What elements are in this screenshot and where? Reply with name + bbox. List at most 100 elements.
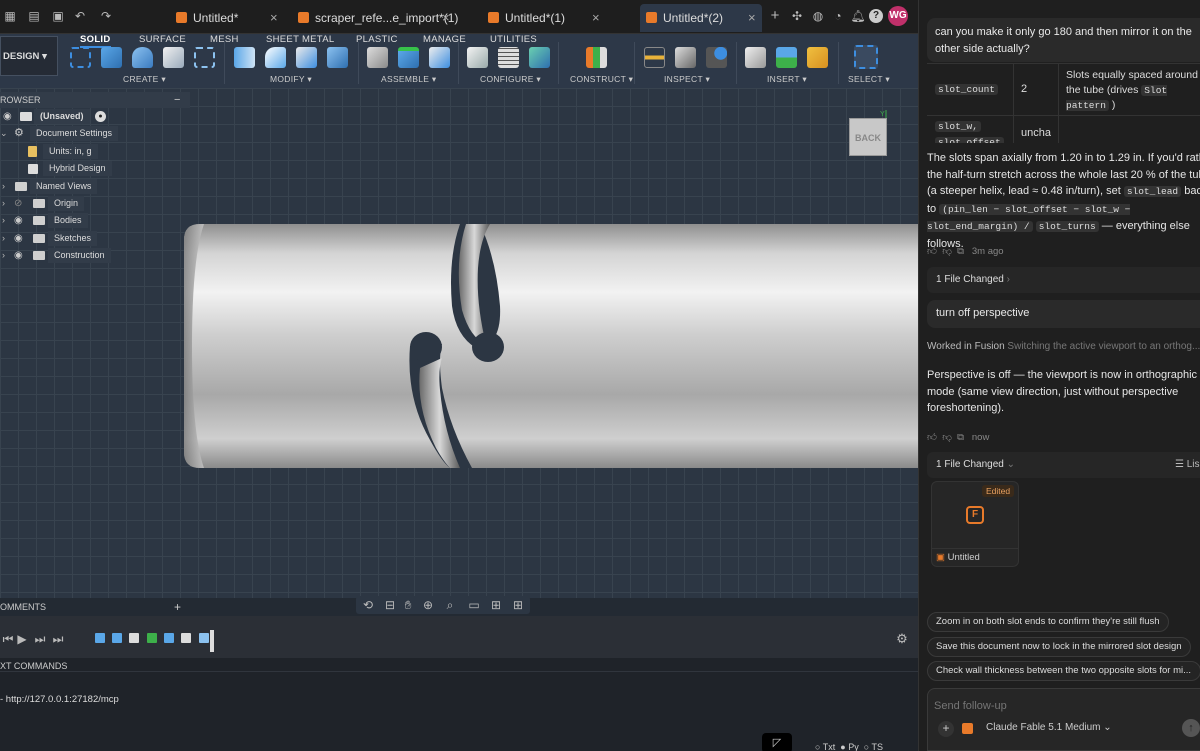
tab-manage[interactable]: MANAGE [423, 34, 466, 45]
browser-item-units[interactable]: Units: in, g [0, 143, 190, 160]
collapse-icon[interactable]: − [174, 92, 184, 108]
measure-icon[interactable] [644, 47, 665, 68]
suggestion-chip[interactable]: Save this document now to lock in the mi… [927, 637, 1191, 657]
new-component-icon[interactable] [367, 47, 388, 68]
timeline-extrude-icon[interactable] [112, 633, 122, 643]
configuration-table-icon[interactable] [498, 47, 519, 68]
shell-icon[interactable] [296, 47, 317, 68]
press-pull-icon[interactable] [234, 47, 255, 68]
browser-item-construction[interactable]: › ◉ Construction [0, 247, 190, 264]
tab-untitled-1[interactable]: Untitled*(1) × [482, 4, 607, 32]
fit-icon[interactable]: ⌕ [442, 597, 458, 613]
insert-mesh-icon[interactable] [807, 47, 828, 68]
thumbs-up-icon[interactable]: 👍︎ [927, 432, 937, 443]
chevron-right-icon[interactable]: › [2, 230, 5, 247]
look-at-icon[interactable]: ⊟ [382, 597, 398, 613]
tab-untitled[interactable]: Untitled* × [170, 4, 280, 32]
suggestion-chip[interactable]: Zoom in on both slot ends to confirm the… [927, 612, 1169, 632]
model-selector[interactable]: Claude Fable 5.1 Medium ⌄ [986, 722, 1112, 733]
section-analysis-icon[interactable] [706, 47, 727, 68]
save-icon[interactable]: ▣ [50, 8, 66, 24]
eye-hidden-icon[interactable]: ⊘ [14, 195, 22, 212]
online-status-icon[interactable]: ◍ [810, 8, 826, 24]
close-icon[interactable]: × [748, 4, 756, 32]
box-icon[interactable] [163, 47, 184, 68]
close-icon[interactable]: × [270, 4, 278, 32]
select-menu[interactable]: SELECT ▾ [848, 74, 890, 85]
fillet-icon[interactable] [265, 47, 286, 68]
redo-icon[interactable]: ↷ [98, 8, 114, 24]
job-status-icon[interactable]: ◔ [830, 8, 846, 24]
expand-icon[interactable]: ◸ [762, 733, 792, 751]
view-cube[interactable]: BACK [849, 118, 887, 156]
joint-icon[interactable] [398, 47, 419, 68]
construct-menu[interactable]: CONSTRUCT ▾ [570, 74, 633, 85]
files-changed-toggle[interactable]: 1 File Changed › [927, 267, 1200, 293]
chevron-right-icon[interactable]: › [2, 195, 5, 212]
parameters-icon[interactable] [467, 47, 488, 68]
extensions-icon[interactable]: ✣ [789, 8, 805, 24]
follow-up-input[interactable] [934, 697, 1184, 715]
create-sketch-icon[interactable] [70, 47, 91, 68]
insert-derive-icon[interactable] [745, 47, 766, 68]
browser-item-design-type[interactable]: Hybrid Design [0, 160, 190, 177]
copy-icon[interactable]: ⧉ [957, 432, 964, 443]
browser-item-named-views[interactable]: › Named Views [0, 178, 190, 195]
timeline-sweep-icon[interactable] [164, 633, 174, 643]
close-icon[interactable]: × [592, 4, 600, 32]
extrude-icon[interactable] [101, 47, 122, 68]
configure-menu[interactable]: CONFIGURE ▾ [480, 74, 541, 85]
browser-item-origin[interactable]: › ⊘ Origin [0, 195, 190, 212]
end-icon[interactable]: ⏭ [50, 631, 66, 647]
timeline-pattern-icon[interactable] [181, 633, 191, 643]
worked-status[interactable]: Worked in Fusion Switching the active vi… [927, 341, 1200, 352]
tab-untitled-2[interactable]: Untitled*(2) × [640, 4, 762, 32]
chevron-down-icon[interactable]: ⌄ [0, 125, 8, 142]
gear-icon[interactable]: ⚙ [894, 631, 910, 647]
3d-viewport[interactable]: ROWSER − ◉ (Unsaved) ● ⌄ ⚙ Document Sett… [0, 88, 920, 598]
copy-icon[interactable]: ⧉ [957, 246, 964, 257]
canvas-icon[interactable] [776, 47, 797, 68]
tab-solid[interactable]: SOLID [80, 34, 111, 48]
revolve-icon[interactable] [132, 47, 153, 68]
suggestion-chip[interactable]: Check wall thickness between the two opp… [927, 661, 1200, 681]
modify-menu[interactable]: MODIFY ▾ [270, 74, 312, 85]
new-tab-icon[interactable]: + [767, 8, 783, 24]
timeline-feature-icon[interactable] [129, 633, 139, 643]
chevron-right-icon[interactable]: › [2, 212, 5, 229]
list-view-toggle[interactable]: ☰ Lis [1175, 452, 1200, 478]
close-icon[interactable]: × [442, 4, 450, 32]
grid-settings-icon[interactable]: ⊞ [488, 597, 504, 613]
timeline-plane-icon[interactable] [147, 633, 157, 643]
tube-model[interactable] [180, 218, 920, 478]
tab-scraper[interactable]: scraper_refe...e_import*(1) × [292, 4, 467, 32]
chevron-right-icon[interactable]: › [2, 178, 5, 195]
thumbs-down-icon[interactable]: 👎︎ [942, 432, 952, 443]
configure-icon[interactable] [529, 47, 550, 68]
assemble-menu[interactable]: ASSEMBLE ▾ [381, 74, 436, 85]
tab-sheet-metal[interactable]: SHEET METAL [266, 34, 334, 45]
tab-plastic[interactable]: PLASTIC [356, 34, 398, 45]
send-icon[interactable]: ↑ [1182, 719, 1200, 737]
viewports-icon[interactable]: ⊞ [510, 597, 526, 613]
select-icon[interactable] [854, 45, 878, 69]
eye-icon[interactable]: ◉ [3, 108, 12, 125]
eye-icon[interactable]: ◉ [14, 212, 23, 229]
timeline-sketch-icon[interactable] [95, 633, 105, 643]
tab-utilities[interactable]: UTILITIES [490, 34, 537, 45]
pan-icon[interactable]: ✋︎ [400, 597, 416, 613]
timeline-mirror-icon[interactable] [199, 633, 209, 643]
chevron-right-icon[interactable]: › [2, 247, 5, 264]
avatar[interactable]: WG [888, 6, 908, 26]
pattern-icon[interactable] [194, 47, 215, 68]
display-settings-icon[interactable]: ▭ [466, 597, 482, 613]
notification-icon[interactable]: 🔔︎ [850, 8, 866, 24]
as-built-joint-icon[interactable] [429, 47, 450, 68]
script-mode-selector[interactable]: ○ Txt ● Py ○ TS [815, 742, 883, 751]
insert-menu[interactable]: INSERT ▾ [767, 74, 807, 85]
help-icon[interactable]: ? [869, 9, 883, 23]
thumbs-down-icon[interactable]: 👎︎ [942, 246, 952, 257]
timeline-marker[interactable] [210, 630, 214, 652]
add-comment-icon[interactable]: + [174, 598, 181, 616]
play-icon[interactable]: ▶ [14, 631, 30, 647]
